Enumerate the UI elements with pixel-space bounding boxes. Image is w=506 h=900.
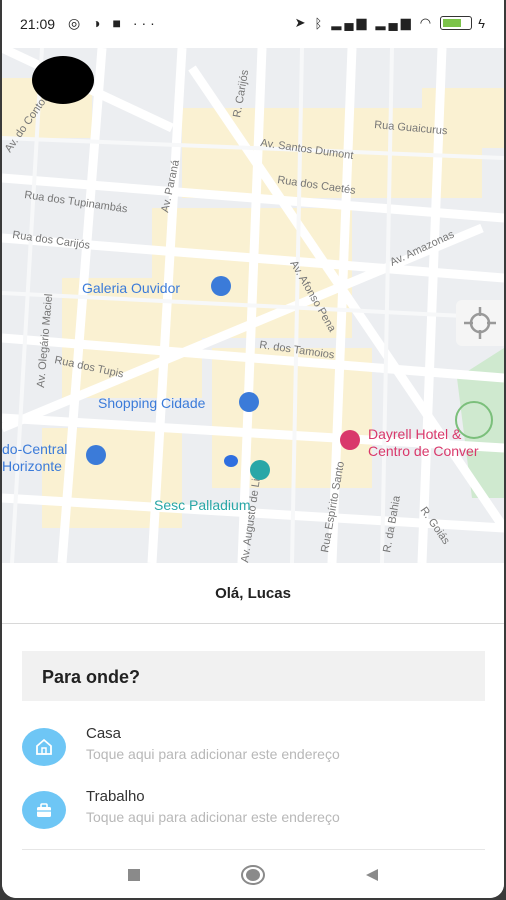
whatsapp-icon: ◎ [68,15,85,31]
home-icon [22,728,66,766]
shopping-poi-icon[interactable] [211,276,231,296]
circle-half-icon: ◑ [92,15,105,31]
back-triangle-icon[interactable] [364,867,380,883]
place-title: Trabalho [86,788,145,805]
poi-label[interactable]: do-Central [2,441,67,457]
venue-poi-icon[interactable] [250,460,270,480]
status-bar: 21:09 ◎ ◑ ■ ··· ➤ ᛒ ▂▄▆ ▂▄▆ ◠ ϟ [2,0,504,48]
poi-label[interactable]: Centro de Conver [368,443,479,459]
status-time: 21:09 [20,16,56,32]
poi-label[interactable]: Shopping Cidade [98,395,206,411]
poi-label[interactable]: Galeria Ouvidor [82,280,180,296]
signal-icon: ▂▄▆ [375,15,414,30]
search-label: Para onde? [42,667,141,687]
signal-icon: ▂▄▆ [331,15,370,30]
status-right-icons: ➤ ᛒ ▂▄▆ ▂▄▆ ◠ ϟ [295,15,488,31]
place-item-work[interactable]: Trabalho Toque aqui para adicionar este … [22,788,492,834]
divider [22,849,485,850]
my-location-button[interactable] [456,300,504,346]
square-app-icon: ■ [112,15,125,31]
crosshair-icon [464,307,496,339]
bluetooth-icon: ᛒ [314,15,326,31]
user-location-dot [224,455,238,467]
location-arrow-icon: ➤ [294,15,309,30]
home-circle-icon[interactable] [240,864,266,886]
more-icon: ··· [132,15,159,31]
map-view[interactable]: Av. do Contorno R. Carijós Rua Guaicurus… [2,48,504,563]
wifi-icon: ◠ [419,15,435,30]
phone-screen: 21:09 ◎ ◑ ■ ··· ➤ ᛒ ▂▄▆ ▂▄▆ ◠ ϟ Av. do C… [2,0,504,898]
greeting-text: Olá, Lucas [215,585,291,602]
poi-label[interactable]: Dayrell Hotel & [368,426,462,442]
profile-avatar[interactable] [32,56,94,104]
place-subtitle: Toque aqui para adicionar este endereço [86,746,340,762]
cart-poi-icon[interactable] [86,445,106,465]
shopping-poi-icon[interactable] [239,392,259,412]
divider [2,623,504,624]
recents-square-icon[interactable] [126,867,142,883]
battery-icon [440,16,473,30]
place-subtitle: Toque aqui para adicionar este endereço [86,809,340,825]
briefcase-icon [22,791,66,829]
poi-label[interactable]: Horizonte [2,458,62,474]
charging-icon: ϟ [478,15,488,31]
system-nav-bar [2,851,504,898]
place-title: Casa [86,725,122,742]
destination-search-box[interactable]: Para onde? [22,651,485,701]
status-left-icons: ◎ ◑ ■ ··· [68,15,159,32]
poi-label[interactable]: Sesc Palladium [154,497,251,513]
place-item-home[interactable]: Casa Toque aqui para adicionar este ende… [22,725,492,771]
bottom-sheet: Olá, Lucas Para onde? Casa Toque aqui pa… [2,563,504,898]
hotel-poi-icon[interactable] [340,430,360,450]
